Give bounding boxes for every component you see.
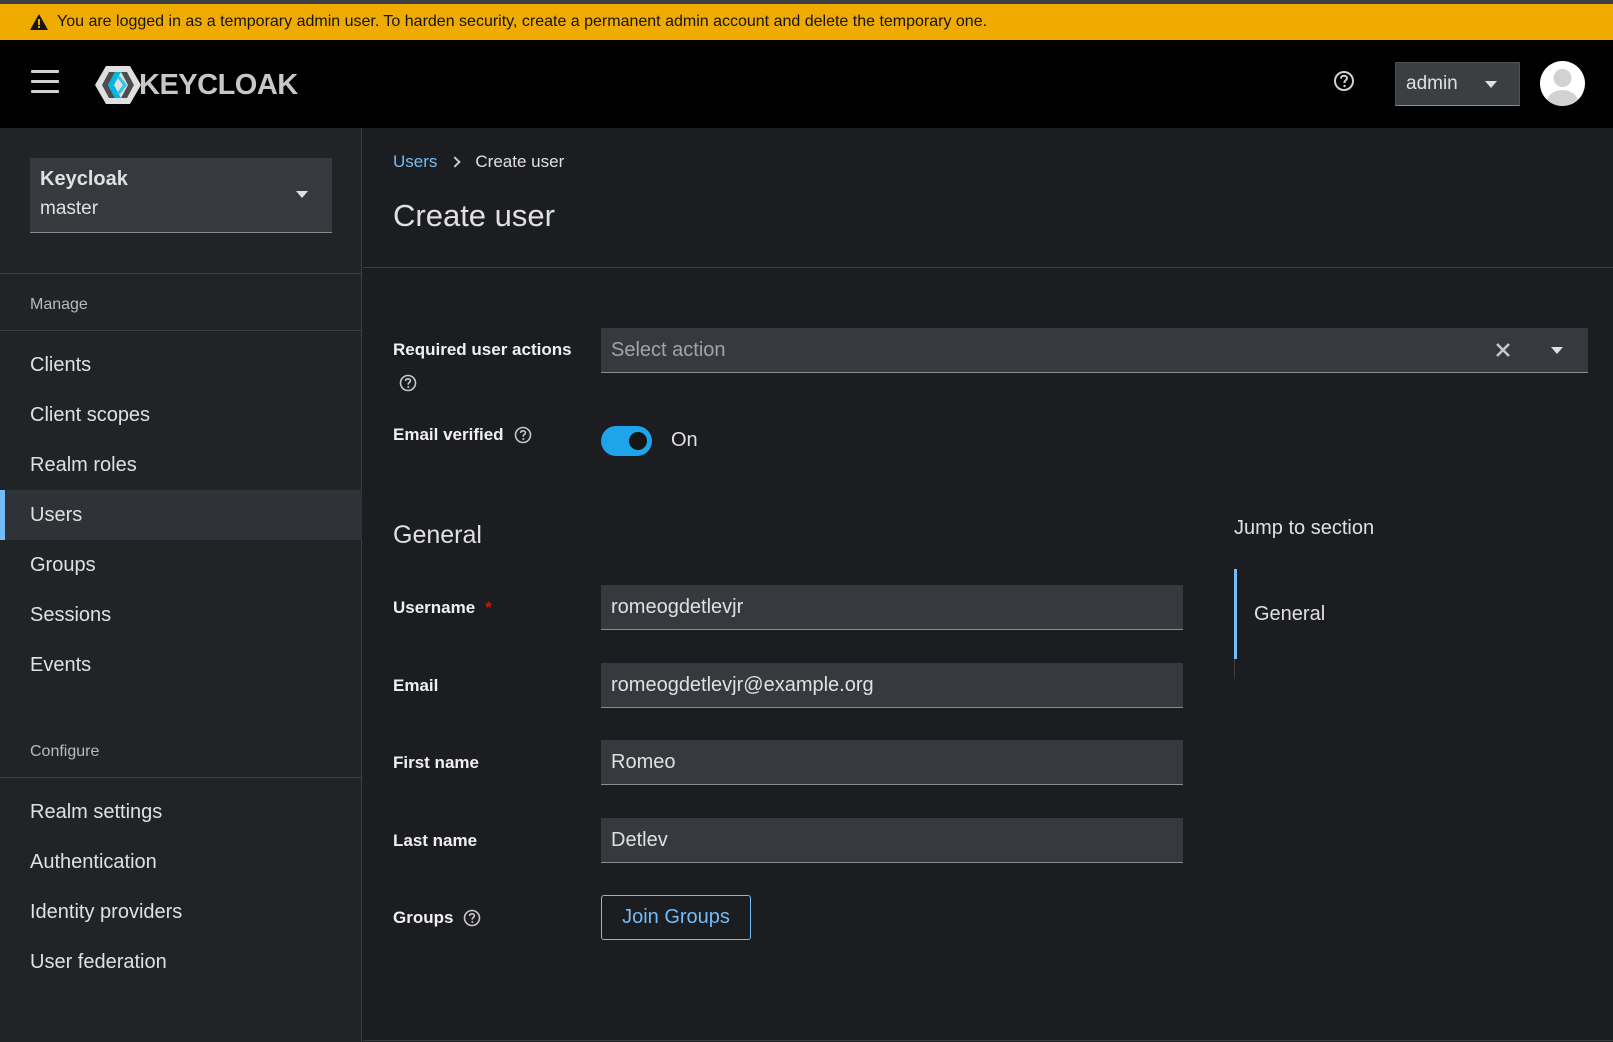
sidebar-item-user-federation[interactable]: User federation — [0, 937, 362, 987]
realm-name: master — [40, 198, 99, 219]
last-name-label-text: Last name — [393, 831, 478, 850]
sidebar-item-users[interactable]: Users — [0, 490, 362, 540]
sidebar-item-client-scopes[interactable]: Client scopes — [0, 390, 362, 440]
jump-nav-active-indicator — [1234, 569, 1237, 659]
username-label: Username * — [393, 598, 492, 618]
email-label: Email — [393, 676, 438, 696]
sidebar-item-realm-roles[interactable]: Realm roles — [0, 440, 362, 490]
masthead: KEYCLOAK admin — [0, 40, 1613, 128]
divider — [363, 1040, 1613, 1041]
keycloak-logo-icon — [95, 66, 141, 104]
join-groups-button[interactable]: Join Groups — [601, 895, 751, 940]
required-actions-placeholder: Select action — [611, 338, 726, 361]
general-section-title: General — [393, 521, 482, 549]
help-icon[interactable] — [399, 374, 417, 392]
configure-section-title: Configure — [30, 743, 100, 760]
main-content: Users Create user Create user Required u… — [363, 128, 1613, 1042]
groups-label: Groups — [393, 908, 481, 928]
first-name-label: First name — [393, 753, 479, 773]
first-name-input[interactable] — [601, 740, 1183, 785]
realm-display-name: Keycloak — [40, 168, 128, 190]
last-name-input[interactable] — [601, 818, 1183, 863]
required-actions-label-text: Required user actions — [393, 340, 572, 359]
last-name-label: Last name — [393, 831, 477, 851]
required-actions-label: Required user actions — [393, 340, 572, 360]
sidebar-item-clients[interactable]: Clients — [0, 340, 362, 390]
hamburger-menu-icon[interactable] — [31, 70, 59, 94]
sidebar: Keycloak master Manage Clients Client sc… — [0, 128, 362, 1042]
required-asterisk: * — [485, 598, 492, 617]
divider — [0, 330, 362, 331]
divider — [0, 777, 362, 778]
realm-selector[interactable]: Keycloak master — [30, 158, 332, 233]
groups-label-text: Groups — [393, 908, 454, 927]
keycloak-logo[interactable]: KEYCLOAK — [95, 66, 298, 104]
help-icon[interactable] — [1333, 70, 1355, 92]
temporary-admin-banner: You are logged in as a temporary admin u… — [0, 0, 1613, 40]
jump-to-section-title: Jump to section — [1234, 517, 1375, 539]
email-verified-toggle[interactable] — [601, 426, 652, 456]
caret-down-icon[interactable] — [1551, 347, 1563, 354]
divider — [363, 267, 1613, 268]
email-verified-label: Email verified — [393, 425, 532, 445]
user-avatar-icon — [1546, 69, 1579, 106]
sidebar-item-events[interactable]: Events — [0, 640, 362, 690]
email-verified-label-text: Email verified — [393, 425, 504, 444]
sidebar-item-identity-providers[interactable]: Identity providers — [0, 887, 362, 937]
breadcrumb-users-link[interactable]: Users — [393, 152, 437, 172]
breadcrumb: Users Create user — [393, 152, 564, 172]
required-actions-select[interactable]: Select action — [601, 328, 1588, 373]
jump-link-general[interactable]: General — [1254, 603, 1325, 626]
chevron-right-icon — [449, 156, 462, 168]
toggle-knob — [629, 432, 647, 450]
close-icon[interactable] — [1494, 341, 1512, 359]
caret-down-icon — [296, 191, 308, 198]
sidebar-item-authentication[interactable]: Authentication — [0, 837, 362, 887]
username-input[interactable] — [601, 585, 1183, 630]
caret-down-icon — [1485, 81, 1497, 88]
logo-text: KEYCLOAK — [139, 68, 298, 101]
page-title: Create user — [393, 198, 555, 233]
sidebar-item-groups[interactable]: Groups — [0, 540, 362, 590]
warning-triangle-icon — [30, 14, 48, 30]
email-input[interactable] — [601, 663, 1183, 708]
help-icon[interactable] — [463, 909, 481, 927]
sidebar-item-sessions[interactable]: Sessions — [0, 590, 362, 640]
email-verified-state: On — [671, 429, 698, 451]
banner-message: You are logged in as a temporary admin u… — [57, 13, 988, 30]
breadcrumb-current: Create user — [475, 152, 565, 171]
email-label-text: Email — [393, 676, 439, 695]
first-name-label-text: First name — [393, 753, 479, 772]
manage-section-title: Manage — [30, 296, 88, 313]
sidebar-item-realm-settings[interactable]: Realm settings — [0, 787, 362, 837]
help-icon[interactable] — [514, 426, 532, 444]
user-menu-dropdown[interactable]: admin — [1395, 62, 1520, 106]
divider — [0, 273, 362, 274]
user-menu-label: admin — [1406, 73, 1458, 94]
avatar[interactable] — [1540, 61, 1585, 106]
username-label-text: Username — [393, 598, 476, 617]
